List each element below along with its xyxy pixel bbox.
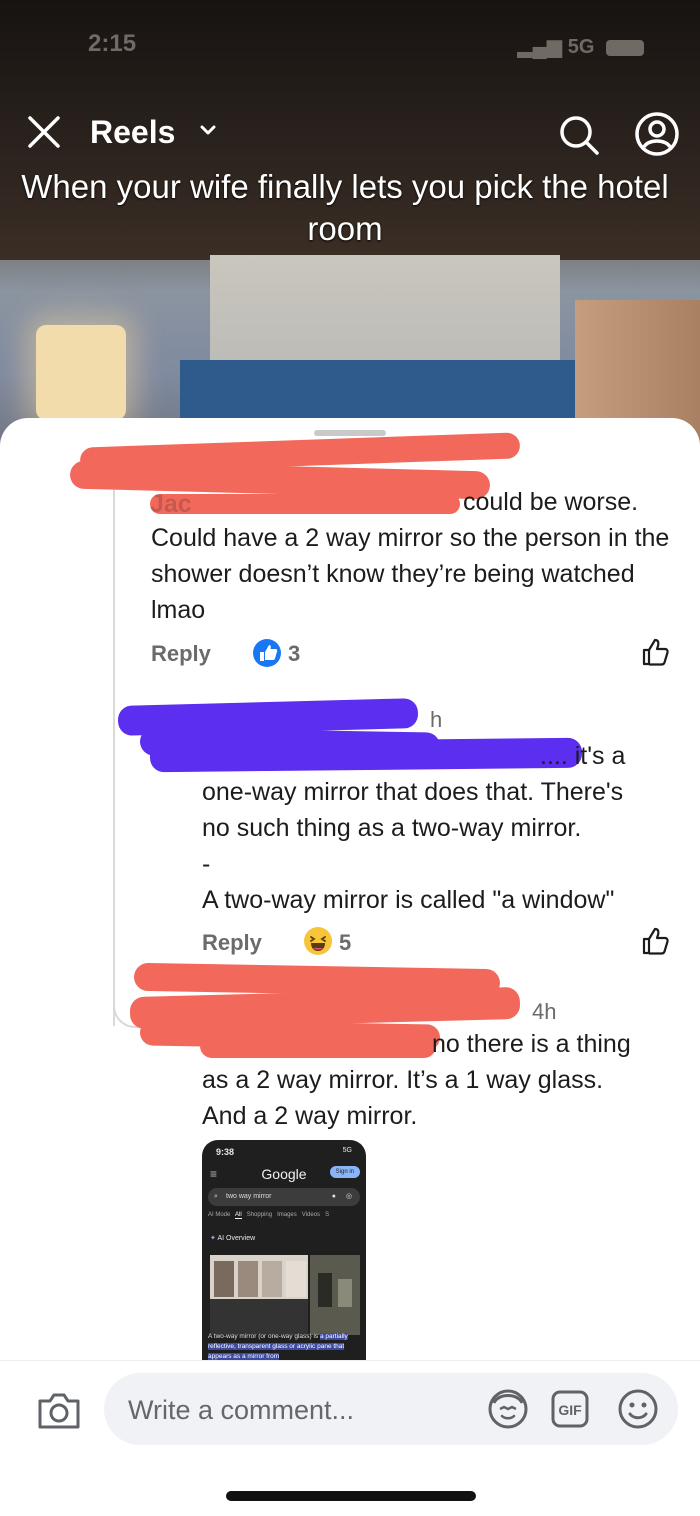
- gif-button[interactable]: GIF: [550, 1389, 590, 1429]
- reels-top-bar: Reels: [0, 108, 700, 158]
- like-icon[interactable]: [640, 636, 672, 668]
- chevron-down-icon[interactable]: [198, 120, 218, 140]
- comment-text-lead: .... it's a: [540, 742, 626, 770]
- haha-reaction-icon: [304, 927, 332, 955]
- attachment-image-strip: [210, 1255, 360, 1335]
- signal-icon: ▂▄▆: [517, 36, 563, 58]
- redaction-mark: [200, 1034, 436, 1058]
- comment-attachment-image[interactable]: 9:38 5G ≡ Google Sign in ⌕ two way mirro…: [202, 1140, 366, 1360]
- avatar-sticker-icon[interactable]: [486, 1387, 530, 1431]
- attachment-query: two way mirror: [226, 1193, 272, 1200]
- comment-text-lead: no there is a thing: [432, 1030, 631, 1058]
- like-reaction-icon: [253, 639, 281, 667]
- attachment-sign-in: Sign in: [329, 1166, 360, 1178]
- attachment-tab-active: All: [235, 1212, 242, 1219]
- attachment-tab: Images: [277, 1212, 297, 1218]
- sparkle-icon: ✦: [210, 1235, 216, 1242]
- attachment-tab: AI Mode: [208, 1212, 231, 1218]
- comment-input-pill[interactable]: GIF: [104, 1373, 678, 1445]
- attachment-ai-overview: ✦ AI Overview: [210, 1234, 255, 1242]
- comment-text-line: as a 2 way mirror. It’s a 1 way glass.: [202, 1066, 604, 1094]
- reply-button[interactable]: Reply: [202, 930, 262, 956]
- attachment-status: 5G: [342, 1147, 352, 1154]
- attachment-time: 9:38: [216, 1147, 235, 1157]
- microphone-icon: ●: [331, 1193, 336, 1200]
- network-label: 5G: [567, 36, 595, 58]
- reel-caption: When your wife finally lets you pick the…: [21, 168, 669, 247]
- comment-text: could be worse. Could have a 2 way mirro…: [151, 488, 670, 624]
- attachment-desc-text: A two-way mirror (or one-way glass) is: [208, 1333, 320, 1340]
- camera-search-icon: ◎: [345, 1193, 352, 1200]
- status-indicators: ▂▄▆ 5G: [517, 34, 644, 59]
- gif-icon: GIF: [551, 1390, 589, 1428]
- reaction-count: 3: [288, 641, 301, 666]
- comment-time: 4h: [532, 999, 557, 1024]
- reels-title[interactable]: Reels: [90, 114, 175, 151]
- attachment-tab: S: [325, 1212, 330, 1218]
- comments-sheet: Jac could be worse. Could have a 2 way m…: [0, 418, 700, 1515]
- comment-text-line: -: [202, 850, 211, 878]
- comment-time: h: [430, 707, 443, 732]
- emoji-icon[interactable]: [616, 1387, 660, 1431]
- attachment-tab: Videos: [301, 1212, 321, 1218]
- attachment-search-bar: ⌕ two way mirror ● ◎: [208, 1188, 360, 1206]
- comment-text-line: one-way mirror that does that. There's: [202, 778, 624, 806]
- redaction-mark: [149, 737, 583, 773]
- camera-icon[interactable]: [36, 1391, 82, 1431]
- comment-input[interactable]: [126, 1391, 480, 1429]
- gif-label: GIF: [558, 1402, 582, 1418]
- close-icon[interactable]: [24, 112, 64, 152]
- search-icon: ⌕: [214, 1193, 218, 1200]
- reel-video[interactable]: 2:15 ▂▄▆ 5G Reels When your wife finally…: [0, 0, 700, 470]
- comment-text-line: A two-way mirror is called "a window": [202, 886, 615, 914]
- drag-handle[interactable]: [314, 430, 386, 436]
- reply-button[interactable]: Reply: [151, 641, 211, 667]
- comment-text-line: And a 2 way mirror.: [202, 1102, 418, 1130]
- attachment-description: A two-way mirror (or one-way glass) is a…: [208, 1332, 362, 1360]
- comment-composer-bar: GIF: [0, 1360, 700, 1516]
- reaction-count: 5: [339, 930, 352, 955]
- attachment-tabs: AI Mode All Shopping Images Videos S: [208, 1212, 330, 1219]
- attachment-section-label: AI Overview: [217, 1235, 256, 1242]
- profile-icon[interactable]: [633, 110, 681, 158]
- home-indicator[interactable]: [226, 1491, 476, 1501]
- comment-text-line: no such thing as a two-way mirror.: [202, 814, 582, 842]
- video-scene-lamp: [36, 325, 126, 420]
- status-time: 2:15: [88, 30, 137, 57]
- battery-icon: [606, 39, 644, 56]
- like-icon[interactable]: [640, 925, 672, 957]
- attachment-tab: Shopping: [246, 1212, 273, 1218]
- search-icon[interactable]: [556, 112, 602, 158]
